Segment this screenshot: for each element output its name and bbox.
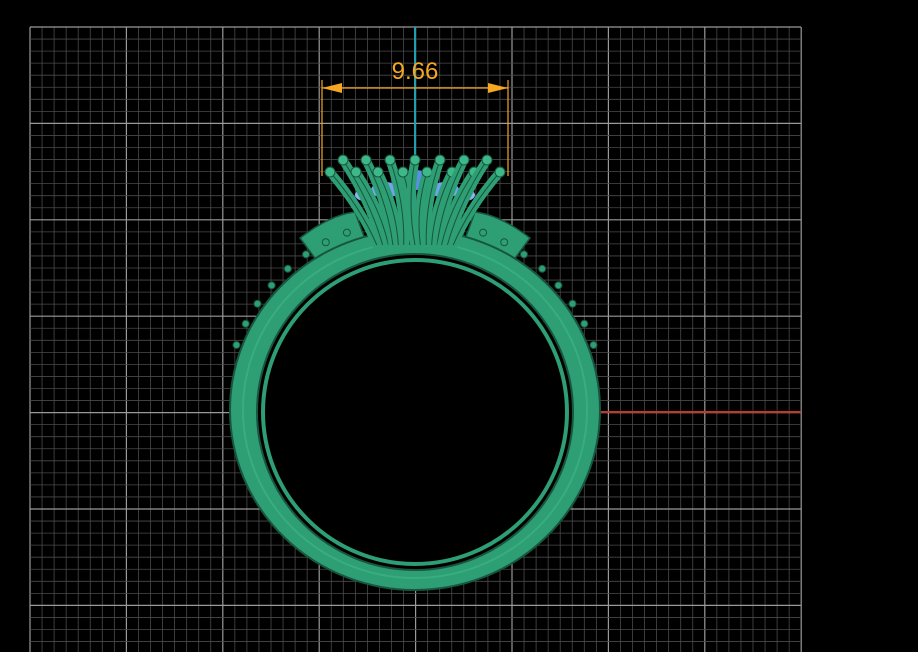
prong-tip — [384, 154, 396, 166]
prong-tip — [409, 154, 421, 166]
prong-tip — [481, 154, 493, 166]
side-bead — [479, 228, 488, 237]
prong-tip — [324, 166, 336, 178]
side-bead — [253, 299, 262, 308]
side-bead — [538, 264, 547, 273]
side-bead — [554, 281, 563, 290]
side-bead — [589, 341, 598, 350]
prong-tip — [360, 154, 372, 166]
side-bead — [342, 228, 351, 237]
side-bead — [500, 238, 509, 247]
prong-tip — [458, 154, 470, 166]
side-bead — [580, 319, 589, 328]
cad-viewport[interactable] — [0, 0, 918, 652]
prong-tip — [350, 166, 362, 178]
prong-tip — [434, 154, 446, 166]
side-bead — [241, 319, 250, 328]
side-bead — [283, 264, 292, 273]
side-bead — [568, 299, 577, 308]
side-bead — [267, 281, 276, 290]
side-bead — [232, 341, 241, 350]
ring-shank-inner — [256, 253, 574, 571]
prong-tip — [372, 166, 384, 178]
prong-tip — [337, 154, 349, 166]
side-bead — [302, 250, 311, 259]
side-bead — [519, 250, 528, 259]
prong-tip — [494, 166, 506, 178]
prong-tip — [397, 166, 409, 178]
dimension-value: 9.66 — [391, 58, 439, 85]
side-bead — [321, 238, 330, 247]
